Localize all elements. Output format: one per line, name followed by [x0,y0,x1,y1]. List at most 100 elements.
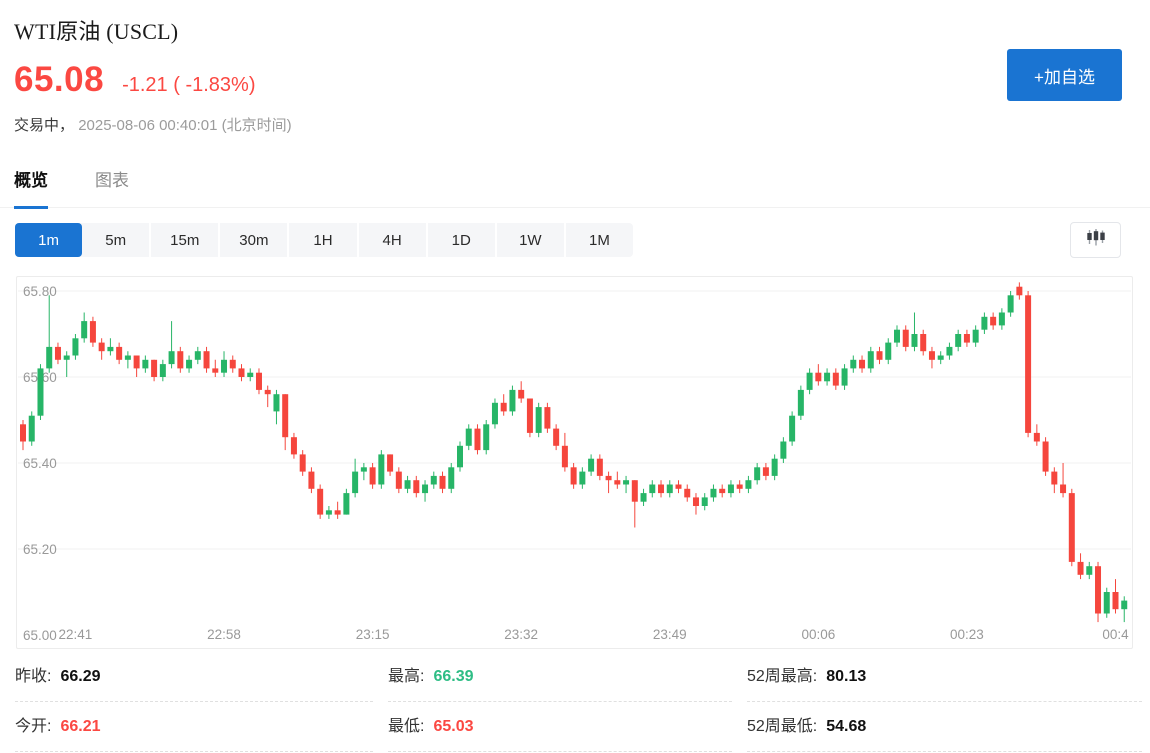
add-watchlist-button[interactable]: +加自选 [1007,49,1122,101]
candle-body [1008,295,1014,312]
candle-body [632,480,638,502]
timeframe-4h[interactable]: 4H [359,223,428,257]
candle-body [824,373,830,382]
timeframe-5m[interactable]: 5m [82,223,151,257]
candle-body [457,446,463,468]
candle-body [955,334,961,347]
candle-body [981,317,987,330]
candle-body [317,489,323,515]
timezone-label: (北京时间) [222,117,292,134]
candle-body [964,334,970,343]
x-axis-label: 00:4 [1102,627,1129,642]
candle-body [1043,442,1049,472]
candle-body [343,493,349,514]
candle-body [842,368,848,385]
candle-body [772,459,778,476]
candle-body [37,368,43,415]
x-axis-label: 22:41 [59,627,93,642]
timeframe-1m[interactable]: 1m [15,223,82,257]
y-axis-label: 65.00 [23,628,57,643]
candle-body [946,347,952,356]
candle-body [798,390,804,416]
candle-body [46,347,52,369]
tab-overview[interactable]: 概览 [14,166,48,209]
candle-body [973,330,979,343]
timeframe-30m[interactable]: 30m [220,223,289,257]
candle-body [81,321,87,338]
candle-body [1078,562,1084,575]
candle-body [789,416,795,442]
candle-body [553,429,559,446]
candle-body [1086,566,1092,575]
candle-body [134,356,140,369]
candle-body [588,459,594,472]
timeframe-1d[interactable]: 1D [428,223,497,257]
candle-body [396,472,402,489]
candle-body [282,394,288,437]
candle-body [999,313,1005,326]
candle-body [1025,295,1031,433]
timeframe-selector: 1m 5m 15m 30m 1H 4H 1D 1W 1M [15,223,633,257]
candle-body [903,330,909,347]
candle-body [850,360,856,369]
candle-body [684,489,690,498]
candlestick-chart-icon [1085,228,1107,252]
y-axis-label: 65.20 [23,542,57,557]
stat-52w-high: 52周最高:80.13 [747,652,1142,702]
candle-body [160,364,166,377]
candle-body [745,480,751,489]
candle-body [702,497,708,506]
quote-timestamp: 2025-08-06 00:40:01 [78,117,217,134]
candle-body [676,485,682,489]
candle-body [911,334,917,347]
candle-body [1034,433,1040,442]
candle-body [151,360,157,377]
candle-body [20,424,26,441]
candle-body [1060,485,1066,494]
candle-body [474,429,480,451]
candle-body [527,399,533,433]
candlestick-chart[interactable]: 65.8065.6065.4065.2065.0022:4122:5823:15… [16,276,1133,649]
candle-body [186,360,192,369]
candle-body [649,485,655,494]
timeframe-15m[interactable]: 15m [151,223,220,257]
candle-body [693,497,699,506]
page-title: WTI原油 (USCL) [14,14,178,46]
candle-body [177,351,183,368]
candle-body [265,390,271,394]
x-axis-label: 00:23 [950,627,984,642]
candle-body [536,407,542,433]
stat-open: 今开:66.21 [15,702,373,752]
candle-body [370,467,376,484]
y-axis-label: 65.40 [23,456,57,471]
candle-body [807,373,813,390]
candle-body [64,356,70,360]
candle-body [195,351,201,360]
candle-body [571,467,577,484]
tab-chart[interactable]: 图表 [95,166,129,207]
chart-type-button[interactable] [1070,222,1121,258]
candle-body [29,416,35,442]
candle-body [116,347,122,360]
timeframe-1h[interactable]: 1H [289,223,358,257]
candle-body [562,446,568,468]
candle-body [929,351,935,360]
y-axis-label: 65.80 [23,284,57,299]
candle-body [169,351,175,364]
candle-body [1104,592,1110,614]
timeframe-1w[interactable]: 1W [497,223,566,257]
candle-body [1051,472,1057,485]
status-row: 交易中， 2025-08-06 00:40:01 (北京时间) [14,114,292,135]
candle-body [894,330,900,343]
candle-body [125,356,131,360]
candle-body [1113,592,1119,609]
candle-body [518,390,524,399]
candle-body [606,476,612,480]
timeframe-1M[interactable]: 1M [566,223,633,257]
candle-body [448,467,454,489]
candle-body [247,373,253,377]
stat-52w-low: 52周最低:54.68 [747,702,1142,752]
candle-body [72,338,78,355]
candle-body [300,454,306,471]
candle-body [990,317,996,326]
